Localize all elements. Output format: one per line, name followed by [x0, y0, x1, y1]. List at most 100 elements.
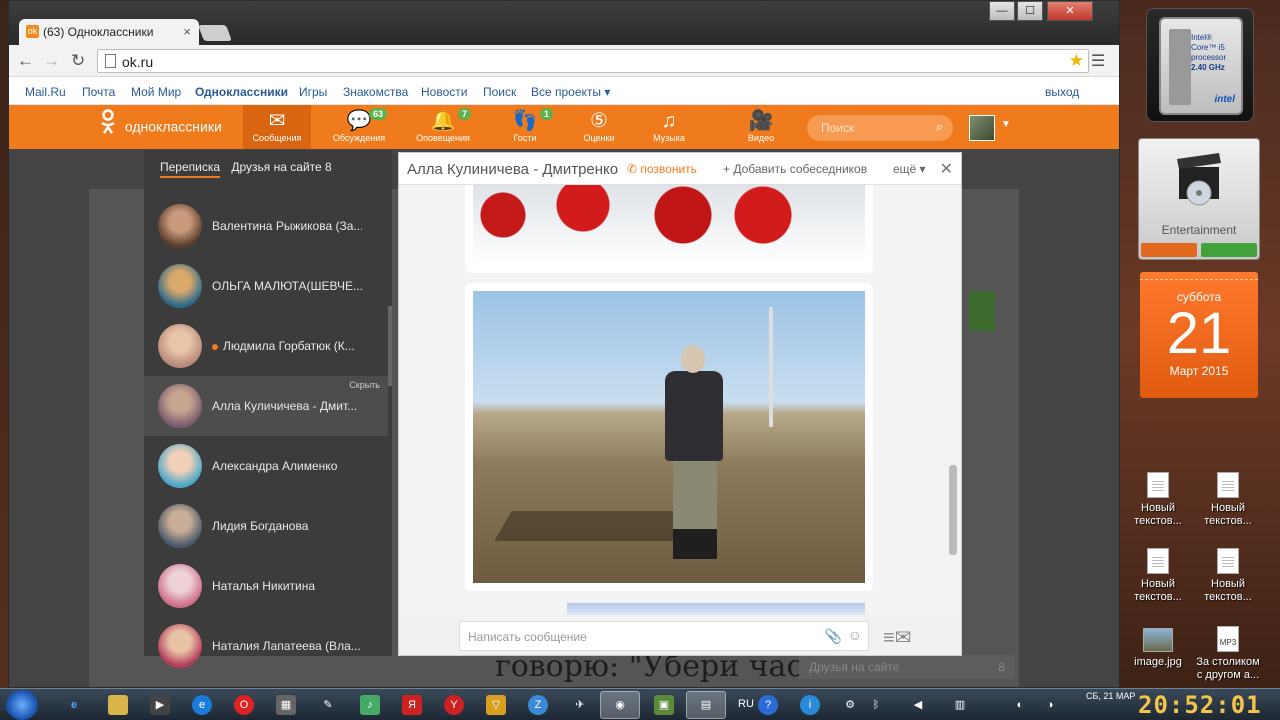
- conversation-item[interactable]: Людмила Горбатюк (К...: [144, 316, 388, 376]
- conversation-item[interactable]: Лидия Богданова: [144, 496, 388, 556]
- info-icon[interactable]: i: [800, 695, 820, 715]
- nav-messages[interactable]: ✉ Сообщения: [243, 105, 311, 149]
- reload-icon[interactable]: ↻: [71, 51, 85, 71]
- desktop-icon-image[interactable]: image.jpg: [1126, 628, 1190, 669]
- link-odnoklassniki[interactable]: Одноклассники: [195, 85, 288, 99]
- link-moy-mir[interactable]: Мой Мир: [131, 85, 181, 99]
- app-icon-4[interactable]: Z: [528, 695, 548, 715]
- tab-friends-online[interactable]: Друзья на сайте 8: [231, 160, 331, 174]
- conversation-item-selected[interactable]: Алла Куличичева - Дмит... Скрыть: [144, 376, 388, 436]
- hide-conversation-button[interactable]: Скрыть: [349, 380, 380, 390]
- link-all-projects[interactable]: Все проекты ▾: [531, 85, 610, 99]
- tray-icon-3[interactable]: ◑: [1040, 695, 1060, 715]
- conversation-item[interactable]: Валентина Рыжикова (За...: [144, 196, 388, 256]
- conversation-item[interactable]: Александра Алименко: [144, 436, 388, 496]
- message-photo-roses[interactable]: [465, 185, 873, 273]
- desktop-icon-text-3[interactable]: Новый текстов...: [1126, 548, 1190, 604]
- ok-logo[interactable]: одноклассники: [99, 109, 222, 141]
- send-button[interactable]: ≡✉: [883, 625, 929, 649]
- chrome-taskbar-button[interactable]: ◉: [600, 691, 640, 719]
- ok-search-input[interactable]: Поиск ⌕: [807, 115, 953, 141]
- message-photo-partial[interactable]: [567, 603, 865, 615]
- ie-icon[interactable]: e: [64, 695, 84, 715]
- call-button[interactable]: ✆ позвонить: [627, 162, 697, 176]
- desktop-icon-text-2[interactable]: Новый текстов...: [1196, 472, 1260, 528]
- chevron-down-icon[interactable]: ▼: [1001, 119, 1011, 130]
- link-mailru[interactable]: Mail.Ru: [25, 85, 66, 99]
- maximize-button[interactable]: ☐: [1017, 1, 1043, 21]
- message-input[interactable]: Написать сообщение 📎 ☺: [459, 621, 869, 651]
- link-znakomstva[interactable]: Знакомства: [343, 85, 408, 99]
- address-bar[interactable]: ok.ru ★: [97, 49, 1089, 73]
- more-menu-button[interactable]: ещё ▾: [893, 162, 926, 176]
- tab-correspondence[interactable]: Переписка: [160, 160, 221, 178]
- browser-menu-icon[interactable]: ☰: [1091, 51, 1105, 71]
- clock-button[interactable]: [1141, 243, 1197, 257]
- user-avatar[interactable]: [969, 115, 995, 141]
- yandex-icon[interactable]: Я: [402, 695, 422, 715]
- bluetooth-icon[interactable]: ᛒ: [866, 695, 886, 715]
- link-igry[interactable]: Игры: [299, 85, 327, 99]
- app-icon[interactable]: ✎: [318, 695, 338, 715]
- chat-scrollbar[interactable]: [949, 465, 957, 555]
- app-icon-3[interactable]: ▽: [486, 695, 506, 715]
- network-icon[interactable]: ▥: [950, 695, 970, 715]
- cpu-gadget[interactable]: Intel® Core™ i5 processor 2.40 GHz intel: [1146, 8, 1254, 122]
- battery-button[interactable]: [1201, 243, 1257, 257]
- calendar-gadget[interactable]: суббота 21 Март 2015: [1140, 272, 1258, 398]
- conversation-item[interactable]: Наталья Никитина: [144, 556, 388, 616]
- desktop-icon-text-4[interactable]: Новый текстов...: [1196, 548, 1260, 604]
- browser-tab[interactable]: ok (63) Одноклассники ×: [19, 19, 199, 45]
- tray-icon-2[interactable]: ◐: [1010, 695, 1030, 715]
- paperclip-icon[interactable]: 📎: [825, 628, 842, 645]
- yandex-browser-icon[interactable]: Y: [444, 695, 464, 715]
- media-player-icon[interactable]: ▶: [150, 695, 170, 715]
- forward-arrow-icon[interactable]: →: [43, 51, 60, 71]
- desktop-icon-text-1[interactable]: Новый текстов...: [1126, 472, 1190, 528]
- conversation-item[interactable]: ОЛЬГА МАЛЮТА(ШЕВЧЕ...: [144, 256, 388, 316]
- nav-music[interactable]: ♫ Музыка: [635, 105, 703, 149]
- logout-link[interactable]: выход: [1045, 85, 1079, 99]
- opera-icon[interactable]: O: [234, 695, 254, 715]
- conversation-scrollbar[interactable]: [388, 306, 392, 386]
- app-icon-2[interactable]: ♪: [360, 695, 380, 715]
- help-icon[interactable]: ?: [758, 695, 778, 715]
- close-window-button[interactable]: ✕: [1047, 1, 1093, 21]
- folder-icon[interactable]: [108, 695, 128, 715]
- message-photo-boy[interactable]: [465, 283, 873, 591]
- link-poisk[interactable]: Поиск: [483, 85, 516, 99]
- close-icon[interactable]: ✕: [940, 159, 953, 179]
- taskbar-date[interactable]: СБ, 21 МАР: [1086, 691, 1135, 702]
- desktop-icon-mp3[interactable]: MP3 За столиком с другом а...: [1196, 626, 1260, 682]
- nav-discussions[interactable]: 💬 Обсуждения 63: [325, 105, 393, 149]
- calculator-icon[interactable]: ▦: [276, 695, 296, 715]
- avatar: [158, 624, 202, 668]
- new-tab-button[interactable]: [198, 25, 232, 41]
- back-arrow-icon[interactable]: ←: [17, 51, 34, 71]
- taskbar-clock[interactable]: 20:52:01: [1138, 691, 1262, 719]
- app-icon-5[interactable]: ✈: [570, 695, 590, 715]
- nav-video[interactable]: 🎥 Видео: [727, 105, 795, 149]
- conversation-item[interactable]: Наталия Лапатеева (Вла...: [144, 616, 388, 676]
- entertainment-gadget[interactable]: Entertainment: [1138, 138, 1260, 260]
- app-taskbar-button[interactable]: ▤: [686, 691, 726, 719]
- volume-icon[interactable]: ◀: [908, 695, 928, 715]
- nav-notifications[interactable]: 🔔 Оповещения 7: [409, 105, 477, 149]
- link-pochta[interactable]: Почта: [82, 85, 115, 99]
- smiley-icon[interactable]: ☺: [848, 627, 862, 643]
- tab-close-icon[interactable]: ×: [183, 24, 191, 39]
- chat-title[interactable]: Алла Кулиничева - Дмитренко: [407, 161, 618, 178]
- app-icon-6[interactable]: ▣: [654, 695, 674, 715]
- link-novosti[interactable]: Новости: [421, 85, 467, 99]
- start-button[interactable]: [6, 690, 38, 720]
- nav-guests[interactable]: 👣 Гости 1: [491, 105, 559, 149]
- minimize-button[interactable]: —: [989, 1, 1015, 21]
- add-participants-button[interactable]: + Добавить собеседников: [723, 162, 867, 176]
- search-icon[interactable]: ⌕: [936, 119, 943, 135]
- edge-e-icon[interactable]: e: [192, 695, 212, 715]
- friends-online-bar[interactable]: Друзья на сайте 8: [799, 655, 1015, 679]
- language-indicator[interactable]: RU: [738, 698, 754, 710]
- nav-ratings[interactable]: ⑤ Оценки: [565, 105, 633, 149]
- bookmark-star-icon[interactable]: ★: [1069, 51, 1084, 71]
- tray-icon[interactable]: ⚙: [840, 695, 860, 715]
